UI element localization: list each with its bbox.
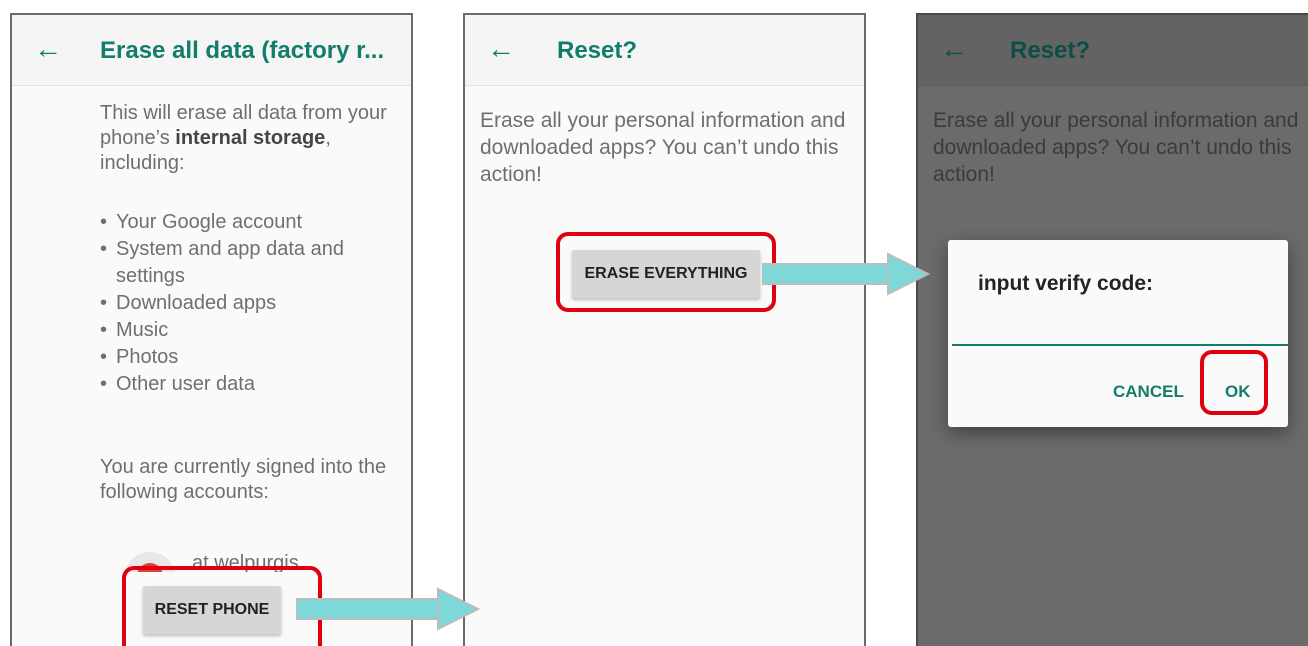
- list-item: Downloaded apps: [100, 290, 400, 317]
- verify-code-input[interactable]: [952, 320, 1288, 346]
- arrow-back-icon[interactable]: ←: [487, 34, 515, 64]
- cancel-button[interactable]: CANCEL: [1113, 382, 1184, 402]
- dialog-title: input verify code:: [978, 272, 1154, 295]
- data-list: Your Google account System and app data …: [100, 209, 400, 398]
- highlight-box: [556, 232, 776, 312]
- highlight-box: [122, 566, 322, 646]
- list-item: Music: [100, 317, 400, 344]
- reset-message: Erase all your personal information and …: [480, 109, 846, 186]
- arrow-right-icon: [762, 252, 931, 296]
- app-bar: ← Erase all data (factory r...: [12, 15, 411, 86]
- page-title: Reset?: [557, 37, 638, 64]
- app-bar: ← Reset?: [918, 15, 1308, 86]
- list-item: System and app data and settings: [100, 236, 400, 290]
- arrow-right-icon: [296, 587, 481, 631]
- page-title: Erase all data (factory r...: [100, 37, 385, 64]
- erase-description: This will erase all data from your phone…: [100, 101, 400, 176]
- screen-reset-confirm: ← Reset? Erase all your personal informa…: [463, 13, 866, 646]
- intro-bold: internal storage: [175, 127, 326, 149]
- highlight-box: [1200, 350, 1268, 415]
- arrow-back-icon[interactable]: ←: [34, 34, 62, 64]
- list-item: Other user data: [100, 371, 400, 398]
- screen-factory-reset: ← Erase all data (factory r... This will…: [10, 13, 413, 646]
- arrow-back-icon[interactable]: ←: [940, 34, 968, 64]
- list-item: Photos: [100, 344, 400, 371]
- page-title: Reset?: [1010, 37, 1091, 64]
- app-bar: ← Reset?: [465, 15, 864, 86]
- reset-message: Erase all your personal information and …: [933, 109, 1299, 186]
- list-item: Your Google account: [100, 209, 400, 236]
- signed-in-text: You are currently signed into the follow…: [100, 456, 387, 503]
